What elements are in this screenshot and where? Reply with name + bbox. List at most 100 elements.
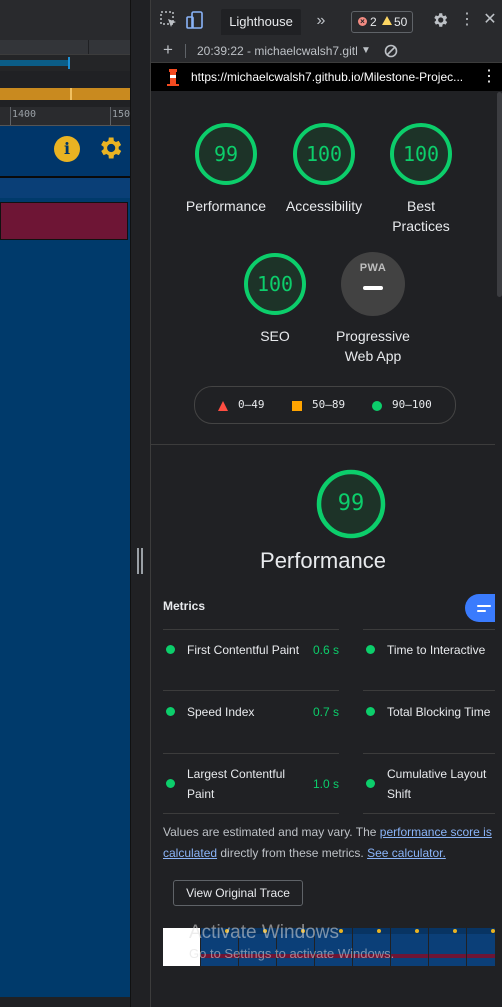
score-gauge-performance[interactable]: 99 [194,122,258,186]
windows-activation-hint: Go to Settings to activate Windows. [189,946,395,961]
tab-lighthouse[interactable]: Lighthouse [221,9,301,35]
metric-divider [163,690,339,691]
score-label-line: Practices [392,218,450,234]
info-icon[interactable]: i [54,136,80,162]
score-scale-legend: 0–49 50–89 90–100 [194,386,456,424]
see-calculator-link[interactable]: See calculator. [367,846,446,860]
performance-score: 99 [337,491,365,516]
metrics-toggle-icon[interactable] [465,594,499,622]
pass-circle-icon [166,645,175,654]
metric-label-line: Shift [387,787,412,801]
fail-triangle-icon [218,401,228,411]
metric-divider [363,813,495,814]
metric-label: Time to Interactive [387,643,486,657]
view-original-trace-button[interactable]: View Original Trace [173,880,303,906]
legend-average-range: 50–89 [312,398,346,411]
site-preview: i [0,126,130,997]
metric-divider [363,690,495,691]
timeline-highlight [0,88,150,100]
metrics-heading: Metrics [163,599,206,613]
score-value: 100 [402,142,440,166]
note-text: Values are estimated and may vary. The [163,825,380,839]
filmstrip-frame [429,928,466,966]
ruler-label: 1400 [12,109,37,120]
lighthouse-toolbar: + 20:39:22 - michaelcwalsh7.gith ▼ [151,40,502,63]
devtools-tabbar: Lighthouse » × 2 50 ⋮ ✕ [151,0,502,41]
more-tabs-icon[interactable]: » [311,10,331,32]
score-value: 100 [305,142,343,166]
metric-value: 0.7 s [312,705,339,719]
clear-reports-icon[interactable] [383,43,399,59]
issues-counter[interactable]: × 2 50 [351,11,413,33]
metrics-note: Values are estimated and may vary. The p… [163,822,498,864]
metric-divider [163,813,339,814]
scrollbar-thumb[interactable] [497,92,502,297]
report-menu-icon[interactable]: ⋮ [481,67,497,87]
timeline-track [0,55,150,71]
metric-label-line: Paint [187,787,215,801]
ruler: 1400 1500 [0,107,150,126]
left-toolbar: ⋮ [0,0,150,41]
gear-icon[interactable] [96,134,124,162]
pwa-label-line: Progressive [336,328,410,344]
pwa-label: Progressive Web App [318,326,428,366]
pane-splitter[interactable] [130,0,150,1007]
pwa-badge[interactable]: PWA [341,252,405,316]
score-label: Performance [185,198,267,214]
pass-circle-icon [366,779,375,788]
windows-activation-watermark: Activate Windows [189,922,339,943]
link-text: performance score is [379,825,492,839]
score-gauge-best-practices[interactable]: 100 [389,122,453,186]
close-devtools-icon[interactable]: ✕ [481,10,499,30]
devtools-panel: Lighthouse » × 2 50 ⋮ ✕ + 20:39:22 - mic… [150,0,502,1007]
score-label: Accessibility [285,198,363,214]
splitter-grip-icon[interactable] [137,548,143,574]
score-value: 99 [213,142,239,166]
metric-label-line: Largest Contentful [187,767,286,781]
error-icon: × [358,17,367,26]
legend-pass-range: 90–100 [392,398,432,411]
pwa-dash-icon [363,286,383,290]
report-url-bar: https://michaelcwalsh7.github.io/Milesto… [151,63,502,91]
metric-label: Total Blocking Time [387,705,491,719]
warnings-count: 50 [394,15,408,29]
metric-label: Largest Contentful Paint [187,764,307,804]
report-selector[interactable]: 20:39:22 - michaelcwalsh7.gith [197,40,357,62]
metric-divider [163,629,339,630]
customize-devtools-icon[interactable]: ⋮ [459,10,475,30]
warning-icon [382,16,392,25]
site-nav-strip [0,178,130,198]
metric-label-line: Cumulative Layout [387,767,487,781]
score-gauge-accessibility[interactable]: 100 [292,122,356,186]
section-divider [151,444,495,445]
link-text: calculated [163,846,218,860]
metric-divider [363,753,495,754]
report-url: https://michaelcwalsh7.github.io/Milesto… [191,70,464,84]
errors-count: 2 [370,15,377,29]
settings-gear-icon[interactable] [431,11,449,29]
pass-circle-icon [166,707,175,716]
filmstrip-frame [391,928,428,966]
metric-label: Cumulative Layout Shift [387,764,502,804]
pass-circle-icon [166,779,175,788]
metric-divider [363,629,495,630]
score-label: Best Practices [366,196,476,236]
new-report-icon[interactable]: + [159,40,177,60]
pwa-label-line: Web App [344,348,402,364]
metric-value: 0.6 s [312,643,339,657]
pwa-badge-text: PWA [359,262,387,274]
score-gauge-seo[interactable]: 100 [243,252,307,316]
device-toolbar-icon[interactable] [185,10,205,30]
metric-divider [163,753,339,754]
pass-circle-icon [372,401,382,411]
metric-label: Speed Index [187,705,255,719]
score-label-line: Best [406,198,435,214]
timeline-strip [0,40,150,55]
metric-value: 1.0 s [312,777,339,791]
performance-gauge: 99 [315,468,387,540]
performance-title: Performance [260,548,386,573]
chevron-down-icon[interactable]: ▼ [361,40,371,62]
score-label: SEO [260,328,290,344]
inspect-element-icon[interactable] [159,10,179,30]
lighthouse-logo-icon [167,69,179,86]
